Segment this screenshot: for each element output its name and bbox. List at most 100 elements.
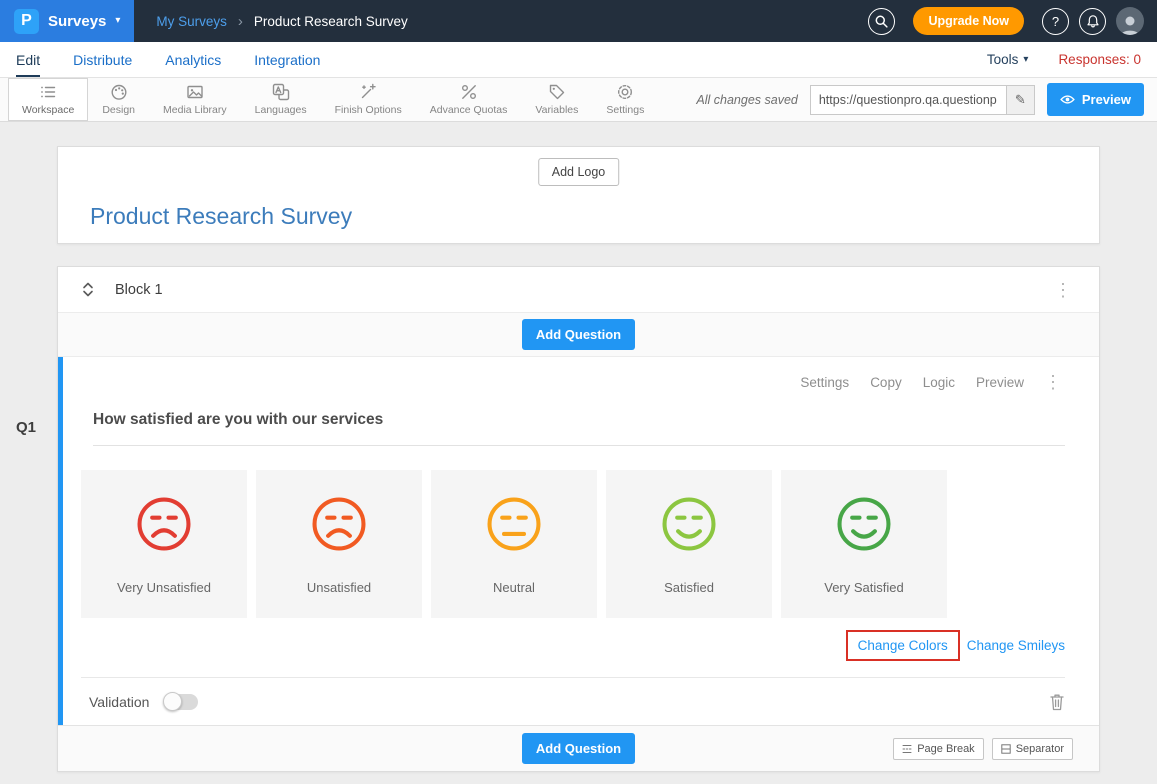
editor-toolbar: Workspace Design Media Library xyxy=(0,78,1157,122)
add-question-button-bottom[interactable]: Add Question xyxy=(522,733,635,764)
change-smileys-link[interactable]: Change Smileys xyxy=(967,638,1065,653)
help-button[interactable]: ? xyxy=(1042,8,1069,35)
tab-integration[interactable]: Integration xyxy=(254,42,320,77)
question-q1: Q1 Settings Copy Logic Preview ⋮ How sat… xyxy=(58,357,1099,725)
chevron-down-icon: ▾ xyxy=(1023,55,1028,65)
survey-header-card: Add Logo Product Research Survey xyxy=(57,146,1100,244)
questionpro-survey-editor: P Surveys ▾ My Surveys › Product Researc… xyxy=(0,0,1157,784)
add-question-strip-top: Add Question xyxy=(58,313,1099,357)
option-very-satisfied[interactable]: Very Satisfied xyxy=(781,470,947,618)
question-settings-link[interactable]: Settings xyxy=(800,375,849,390)
toolbar-item-design[interactable]: Design xyxy=(88,78,149,121)
search-button[interactable] xyxy=(868,8,895,35)
tab-edit[interactable]: Edit xyxy=(16,42,40,77)
edit-url-button[interactable]: ✎ xyxy=(1006,85,1035,115)
block-card: Block 1 ⋮ Add Question Q1 Settings Copy … xyxy=(57,266,1100,772)
tab-distribute[interactable]: Distribute xyxy=(73,42,132,77)
toolbar-item-label: Finish Options xyxy=(335,104,402,116)
survey-nav: Edit Distribute Analytics Integration To… xyxy=(0,42,1157,78)
nav-tabs: Edit Distribute Analytics Integration xyxy=(16,42,320,77)
survey-url-input[interactable] xyxy=(810,85,1006,115)
question-text[interactable]: How satisfied are you with our services xyxy=(93,411,1065,446)
survey-title[interactable]: Product Research Survey xyxy=(90,203,352,230)
tab-analytics[interactable]: Analytics xyxy=(165,42,221,77)
toolbar-item-media-library[interactable]: Media Library xyxy=(149,78,241,121)
avatar[interactable] xyxy=(1116,7,1144,35)
page-break-button[interactable]: Page Break xyxy=(893,738,983,760)
option-neutral[interactable]: Neutral xyxy=(431,470,597,618)
tools-menu[interactable]: Tools ▾ xyxy=(987,52,1029,67)
page-break-icon xyxy=(902,744,912,754)
toolbar-item-finish-options[interactable]: Finish Options xyxy=(321,78,416,121)
toolbar-item-variables[interactable]: Variables xyxy=(521,78,592,121)
topbar-actions: Upgrade Now ? xyxy=(868,7,1157,35)
tag-icon xyxy=(548,83,566,101)
bell-icon xyxy=(1086,14,1100,28)
add-logo-button[interactable]: Add Logo xyxy=(538,158,620,186)
question-id: Q1 xyxy=(16,419,36,436)
question-preview-link[interactable]: Preview xyxy=(976,375,1024,390)
breadcrumb-current-survey: Product Research Survey xyxy=(254,14,408,29)
toolbar-item-languages[interactable]: Languages xyxy=(241,78,321,121)
question-mark-icon: ? xyxy=(1052,14,1059,29)
block-header: Block 1 ⋮ xyxy=(58,267,1099,313)
percent-icon xyxy=(460,83,478,101)
trash-icon xyxy=(1049,693,1065,711)
separator-label: Separator xyxy=(1016,743,1064,755)
option-label: Unsatisfied xyxy=(307,580,371,595)
upgrade-now-button[interactable]: Upgrade Now xyxy=(913,7,1024,35)
question-logic-link[interactable]: Logic xyxy=(923,375,955,390)
smiley-options: Very Unsatisfied Unsatisfied xyxy=(81,470,1065,618)
toolbar-item-label: Advance Quotas xyxy=(430,104,508,116)
option-label: Very Satisfied xyxy=(824,580,904,595)
delete-question-button[interactable] xyxy=(1049,693,1065,711)
toolbar-item-label: Workspace xyxy=(22,104,74,116)
product-switcher[interactable]: P Surveys ▾ xyxy=(0,0,134,42)
smiley-links-row: Change Colors Change Smileys xyxy=(81,630,1065,661)
separator-button[interactable]: Separator xyxy=(992,738,1073,760)
option-very-unsatisfied[interactable]: Very Unsatisfied xyxy=(81,470,247,618)
image-icon xyxy=(186,83,204,101)
pencil-icon: ✎ xyxy=(1015,92,1026,108)
toggle-knob xyxy=(163,692,182,711)
collapse-block-button[interactable] xyxy=(82,281,94,298)
breadcrumb: My Surveys › Product Research Survey xyxy=(156,13,407,30)
top-bar: P Surveys ▾ My Surveys › Product Researc… xyxy=(0,0,1157,42)
user-icon xyxy=(1118,13,1142,35)
footer-mini-buttons: Page Break Separator xyxy=(893,738,1073,760)
block-menu-button[interactable]: ⋮ xyxy=(1051,281,1075,299)
toolbar-item-label: Languages xyxy=(255,104,307,116)
option-satisfied[interactable]: Satisfied xyxy=(606,470,772,618)
add-question-button-top[interactable]: Add Question xyxy=(522,319,635,350)
collapse-icon xyxy=(82,281,94,298)
question-menu-button[interactable]: ⋮ xyxy=(1041,373,1065,391)
neutral-smiley-icon xyxy=(485,495,543,553)
question-copy-link[interactable]: Copy xyxy=(870,375,902,390)
toolbar-item-label: Settings xyxy=(606,104,644,116)
editor-content: Add Logo Product Research Survey Block 1… xyxy=(0,122,1157,772)
frown-smiley-icon xyxy=(310,495,368,553)
preview-label: Preview xyxy=(1082,92,1131,107)
magic-wand-icon xyxy=(359,83,377,101)
palette-icon xyxy=(110,83,128,101)
toolbar-item-workspace[interactable]: Workspace xyxy=(8,78,88,121)
toolbar-item-settings[interactable]: Settings xyxy=(592,78,658,121)
question-actions: Settings Copy Logic Preview ⋮ xyxy=(81,369,1065,391)
option-unsatisfied[interactable]: Unsatisfied xyxy=(256,470,422,618)
block-footer: Add Question Page Break Separator xyxy=(58,725,1099,771)
smile-smiley-icon xyxy=(660,495,718,553)
toolbar-item-label: Media Library xyxy=(163,104,227,116)
frown-smiley-icon xyxy=(135,495,193,553)
validation-row: Validation xyxy=(81,677,1065,725)
responses-count: Responses: 0 xyxy=(1058,52,1141,67)
breadcrumb-my-surveys[interactable]: My Surveys xyxy=(156,14,227,29)
preview-button[interactable]: Preview xyxy=(1047,83,1144,116)
notifications-button[interactable] xyxy=(1079,8,1106,35)
chevron-down-icon: ▾ xyxy=(115,16,120,26)
toolbar-item-advance-quotas[interactable]: Advance Quotas xyxy=(416,78,522,121)
translate-icon xyxy=(272,83,290,101)
questionpro-logo: P xyxy=(14,9,39,34)
toolbar-right: All changes saved ✎ Preview xyxy=(696,78,1157,121)
change-colors-link[interactable]: Change Colors xyxy=(846,630,960,661)
validation-toggle[interactable] xyxy=(164,694,198,710)
